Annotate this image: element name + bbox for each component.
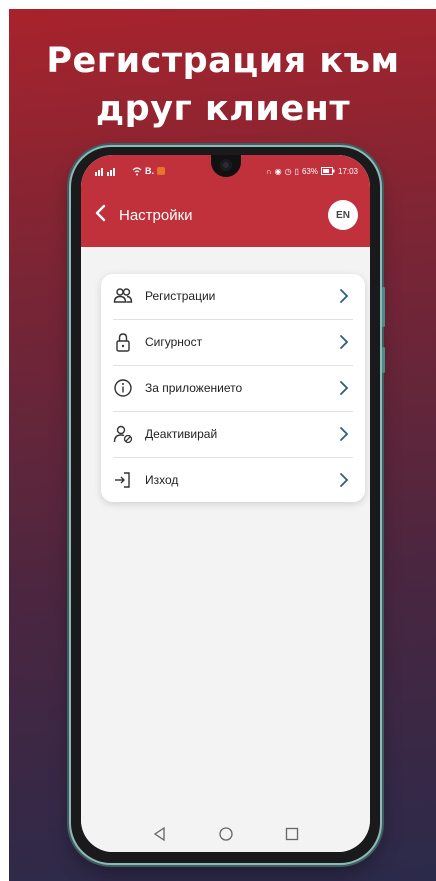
- battery-percent: 63%: [301, 166, 318, 176]
- menu-item-logout[interactable]: Изход: [101, 458, 365, 503]
- wifi-icon: [132, 166, 142, 175]
- info-icon: [114, 379, 132, 397]
- page-title: Настройки: [119, 207, 193, 224]
- menu-item-label: Изход: [145, 473, 179, 487]
- status-time: 17:03: [337, 166, 358, 176]
- phone-frame: B. ∩ ◉ ◷ ▯ 63% 17:03 Настройки EN Регист…: [71, 147, 385, 863]
- eye-icon: ◉: [274, 166, 282, 176]
- battery-icon: [320, 167, 335, 175]
- language-button[interactable]: EN: [328, 200, 358, 230]
- camera-icon: [220, 159, 232, 171]
- headset-icon: ∩: [265, 166, 272, 176]
- phone-screen: B. ∩ ◉ ◷ ▯ 63% 17:03 Настройки EN Регист…: [81, 155, 370, 852]
- status-bar-right: ∩ ◉ ◷ ▯ 63% 17:03: [266, 167, 358, 176]
- menu-item-registrations[interactable]: Регистрации: [101, 274, 365, 319]
- menu-item-label: За приложението: [145, 381, 243, 395]
- carrier-label: B.: [145, 166, 154, 176]
- headline-line-2: друг клиент: [95, 89, 351, 129]
- signal-icon: [95, 168, 115, 176]
- back-arrow-icon[interactable]: [91, 203, 111, 223]
- headline-line-1: Регистрация към: [46, 41, 400, 81]
- menu-item-label: Деактивирай: [145, 427, 218, 441]
- lock-icon: [116, 333, 130, 352]
- nav-back-icon[interactable]: [152, 826, 168, 842]
- app-bar: B. ∩ ◉ ◷ ▯ 63% 17:03 Настройки EN: [81, 155, 370, 247]
- menu-item-label: Сигурност: [145, 335, 203, 349]
- status-bar-left: B.: [95, 166, 165, 176]
- promo-poster: Регистрация към друг клиент B. ∩ ◉ ◷ ▯ 6…: [9, 9, 436, 881]
- chevron-right-icon: [340, 427, 349, 441]
- user-block-icon: [113, 425, 133, 444]
- menu-item-about[interactable]: За приложението: [101, 366, 365, 411]
- logout-icon: [115, 472, 130, 488]
- chevron-right-icon: [340, 335, 349, 349]
- menu-item-security[interactable]: Сигурност: [101, 320, 365, 365]
- notification-icon: [157, 167, 165, 175]
- system-nav-bar: [81, 816, 370, 852]
- alarm-icon: ◷: [284, 166, 292, 176]
- chevron-right-icon: [340, 473, 349, 487]
- volume-button: [382, 287, 385, 327]
- chevron-right-icon: [340, 381, 349, 395]
- nav-recents-icon[interactable]: [284, 826, 300, 842]
- menu-item-deactivate[interactable]: Деактивирай: [101, 412, 365, 457]
- settings-card: Регистрации Сигурност За приложението Де…: [101, 274, 365, 502]
- promo-headline: Регистрация към друг клиент: [9, 37, 436, 133]
- menu-item-label: Регистрации: [145, 289, 216, 303]
- power-button: [382, 347, 385, 373]
- users-icon: [113, 288, 133, 303]
- vibrate-icon: ▯: [294, 166, 299, 176]
- chevron-right-icon: [340, 289, 349, 303]
- nav-home-icon[interactable]: [218, 826, 234, 842]
